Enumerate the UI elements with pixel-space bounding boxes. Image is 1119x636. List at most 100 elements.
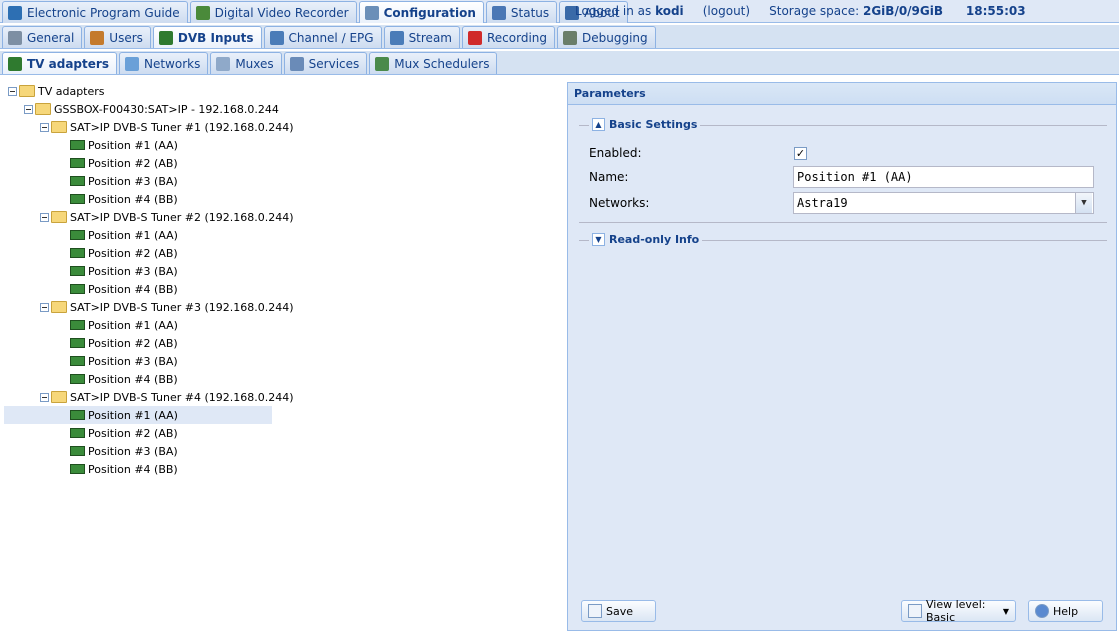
tree-node-label: Position #4 (BB) [88, 282, 178, 296]
tv-card-icon [70, 266, 85, 276]
tab-debugging[interactable]: Debugging [557, 26, 656, 48]
expand-icon[interactable]: ▼ [592, 233, 605, 246]
tv-card-icon [70, 158, 85, 168]
tree-tuner[interactable]: SAT>IP DVB-S Tuner #4 (192.168.0.244) [40, 388, 294, 406]
tv-card-icon [70, 176, 85, 186]
tab-users[interactable]: Users [84, 26, 151, 48]
tab-label: Configuration [383, 5, 476, 20]
tv-card-icon [70, 446, 85, 456]
tv-card-icon [70, 374, 85, 384]
tv-card-icon [70, 194, 85, 204]
tree-position[interactable]: Position #4 (BB) [70, 460, 178, 478]
enabled-label: Enabled: [589, 146, 642, 160]
tree-position[interactable]: Position #1 (AA) [4, 406, 272, 424]
tab-stream[interactable]: Stream [383, 26, 460, 48]
tree-position[interactable]: Position #2 (AB) [70, 154, 178, 172]
tree-tuner[interactable]: SAT>IP DVB-S Tuner #1 (192.168.0.244) [40, 118, 294, 136]
tab-label: Mux Schedulers [394, 56, 490, 71]
enabled-checkbox[interactable]: ✓ [794, 147, 807, 160]
readonly-info-legend: ▼ Read-only Info [589, 233, 703, 246]
tree-position[interactable]: Position #2 (AB) [70, 244, 178, 262]
networks-select[interactable]: Astra19 ▼ [793, 192, 1094, 214]
help-icon [1035, 604, 1049, 618]
collapse-toggle-icon[interactable] [40, 212, 49, 222]
tree-node-label: GSSBOX-F00430:SAT>IP - 192.168.0.244 [54, 102, 279, 116]
tab-recording[interactable]: Recording [461, 26, 556, 48]
chevron-down-icon[interactable]: ▼ [1075, 193, 1092, 213]
stream-icon [389, 30, 404, 45]
tab-label: Networks [143, 56, 201, 71]
eye-icon [491, 5, 506, 20]
tab-muxes[interactable]: Muxes [210, 52, 282, 74]
tab-tv-adapters[interactable]: TV adapters [2, 52, 117, 74]
top-tabs: Electronic Program Guide Digital Video Re… [2, 1, 630, 23]
tree-device[interactable]: GSSBOX-F00430:SAT>IP - 192.168.0.244 [24, 100, 279, 118]
username: kodi [655, 4, 684, 18]
tree-node-label: SAT>IP DVB-S Tuner #4 (192.168.0.244) [70, 390, 294, 404]
tree-node-label: Position #3 (BA) [88, 174, 178, 188]
logout-link[interactable]: (logout) [703, 4, 750, 18]
tree-node-label: Position #4 (BB) [88, 462, 178, 476]
tv-adapter-icon [8, 56, 22, 71]
tree-position[interactable]: Position #4 (BB) [70, 190, 178, 208]
tree-position[interactable]: Position #2 (AB) [70, 334, 178, 352]
tv-card-icon [70, 140, 85, 150]
readonly-info-fieldset: ▼ Read-only Info [579, 233, 1107, 246]
epg-icon [8, 5, 22, 20]
basic-settings-legend: ▲ Basic Settings [589, 118, 701, 131]
tab-services[interactable]: Services [283, 52, 368, 74]
save-button[interactable]: Save [581, 600, 656, 622]
services-icon [289, 56, 304, 71]
tab-label: TV adapters [27, 56, 109, 71]
parameters-header: Parameters [568, 83, 1116, 105]
tree-position[interactable]: Position #1 (AA) [70, 316, 178, 334]
tree-position[interactable]: Position #3 (BA) [70, 172, 178, 190]
scheduler-icon [375, 56, 390, 71]
tree-position[interactable]: Position #4 (BB) [70, 280, 178, 298]
tree-position[interactable]: Position #4 (BB) [70, 370, 178, 388]
tv-card-icon [70, 284, 85, 294]
tab-label: Digital Video Recorder [214, 5, 349, 20]
tree-node-label: Position #2 (AB) [88, 426, 178, 440]
tree-position[interactable]: Position #3 (BA) [70, 442, 178, 460]
tab-general[interactable]: General [2, 26, 83, 48]
tree-position[interactable]: Position #2 (AB) [70, 424, 178, 442]
help-button[interactable]: Help [1028, 600, 1103, 622]
tree-root[interactable]: TV adapters [8, 82, 105, 100]
dropdown-arrow-icon: ▼ [1002, 606, 1009, 616]
collapse-icon[interactable]: ▲ [592, 118, 605, 131]
readonly-info-title: Read-only Info [609, 233, 700, 246]
tab-configuration[interactable]: Configuration [358, 1, 484, 23]
tab-dvb-inputs[interactable]: DVB Inputs [152, 26, 262, 48]
view-level-button[interactable]: View level: Basic ▼ [901, 598, 1016, 624]
collapse-toggle-icon[interactable] [40, 302, 49, 312]
collapse-toggle-icon[interactable] [40, 392, 49, 402]
tv-card-icon [70, 248, 85, 258]
tab-channel-epg[interactable]: Channel / EPG [263, 26, 382, 48]
tab-networks[interactable]: Networks [118, 52, 209, 74]
tree-position[interactable]: Position #3 (BA) [70, 352, 178, 370]
collapse-toggle-icon[interactable] [8, 86, 17, 96]
tab-digital-video-recorder[interactable]: Digital Video Recorder [189, 1, 357, 23]
tree-tuner[interactable]: SAT>IP DVB-S Tuner #2 (192.168.0.244) [40, 208, 294, 226]
adapter-tree: TV adapters GSSBOX-F00430:SAT>IP - 192.16… [0, 80, 560, 636]
help-label: Help [1053, 604, 1079, 618]
tree-position[interactable]: Position #1 (AA) [70, 136, 178, 154]
bug-icon [563, 30, 578, 45]
config-tabs: General Users DVB Inputs Channel / EPG Strea… [2, 26, 658, 48]
tree-position[interactable]: Position #3 (BA) [70, 262, 178, 280]
tab-mux-schedulers[interactable]: Mux Schedulers [369, 52, 498, 74]
tv-icon [269, 30, 284, 45]
tree-node-label: SAT>IP DVB-S Tuner #2 (192.168.0.244) [70, 210, 294, 224]
collapse-toggle-icon[interactable] [40, 122, 49, 132]
tab-status[interactable]: Status [485, 1, 558, 23]
wrench-icon [364, 5, 379, 20]
tree-position[interactable]: Position #1 (AA) [70, 226, 178, 244]
dvb-subnav: TV adapters Networks Muxes Services Mux Sche… [0, 51, 1119, 75]
basic-settings-fieldset: ▲ Basic Settings Enabled: ✓ Name: Positi… [579, 118, 1107, 223]
tab-electronic-program-guide[interactable]: Electronic Program Guide [2, 1, 188, 23]
collapse-toggle-icon[interactable] [24, 104, 33, 114]
tree-tuner[interactable]: SAT>IP DVB-S Tuner #3 (192.168.0.244) [40, 298, 294, 316]
name-field[interactable]: Position #1 (AA) [793, 166, 1094, 188]
tv-card-icon [70, 356, 85, 366]
